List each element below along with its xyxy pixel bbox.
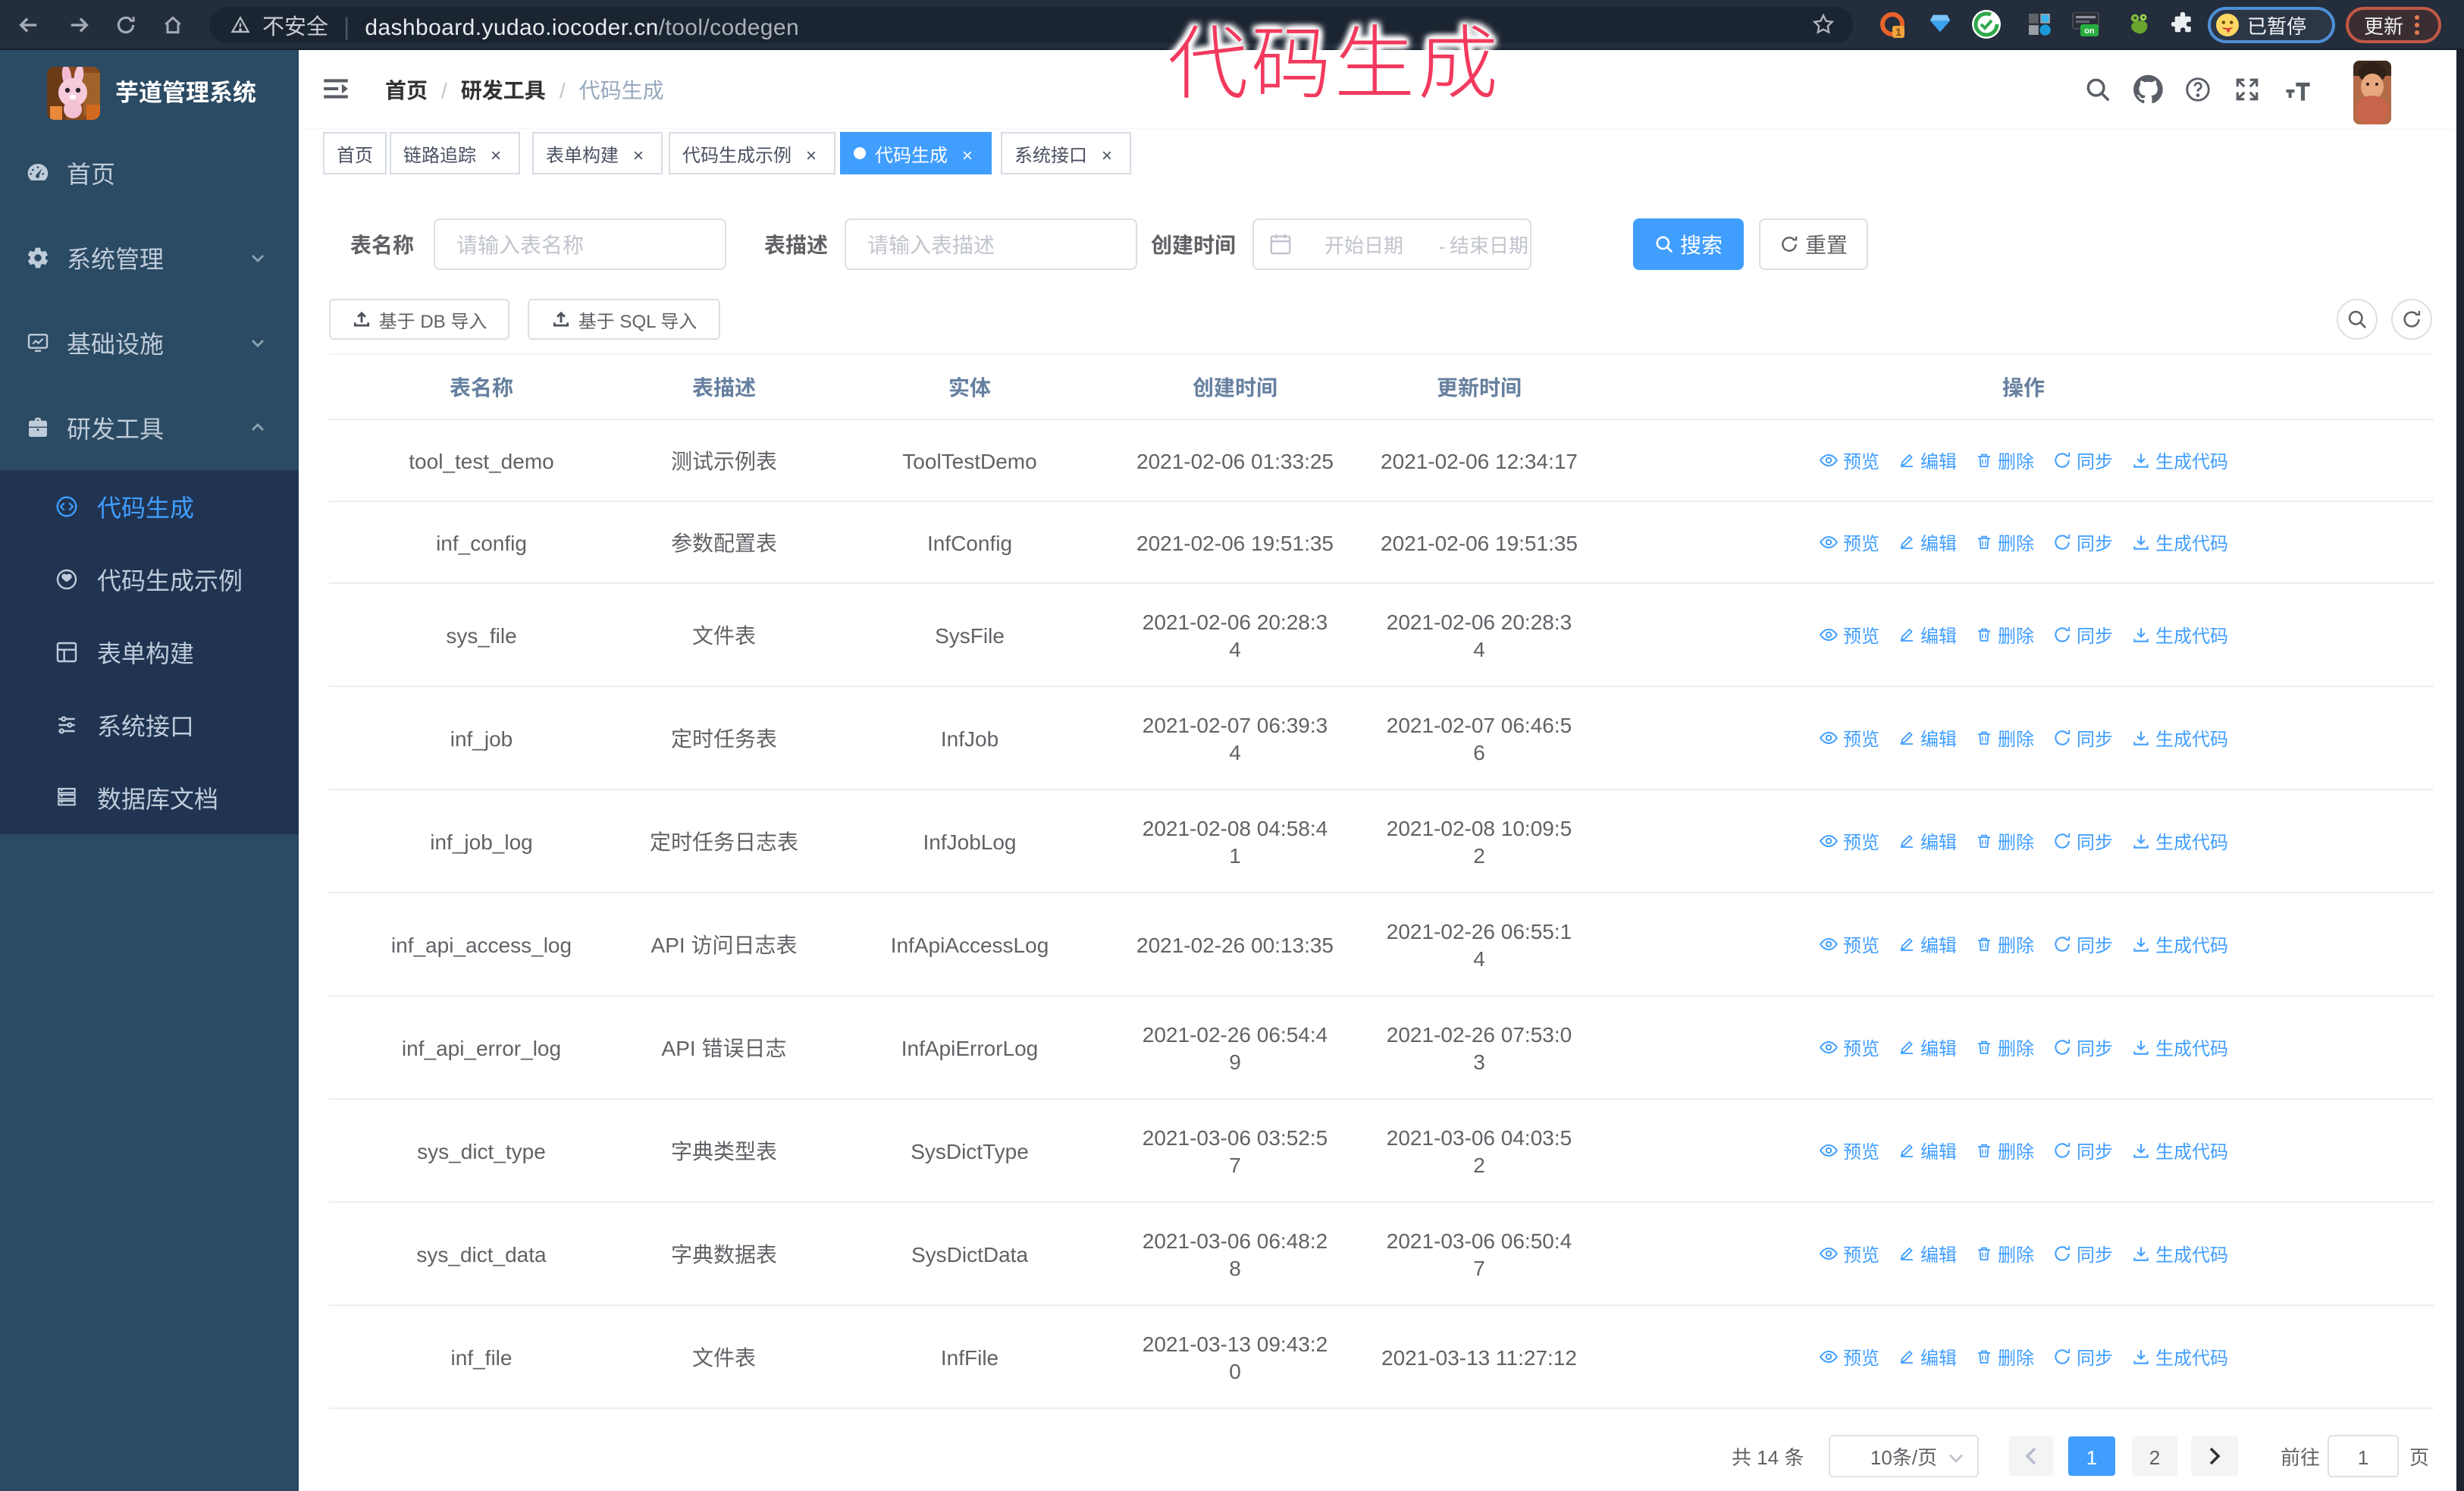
svg-text:on: on	[2084, 24, 2095, 36]
svg-text:1: 1	[1895, 24, 1901, 38]
